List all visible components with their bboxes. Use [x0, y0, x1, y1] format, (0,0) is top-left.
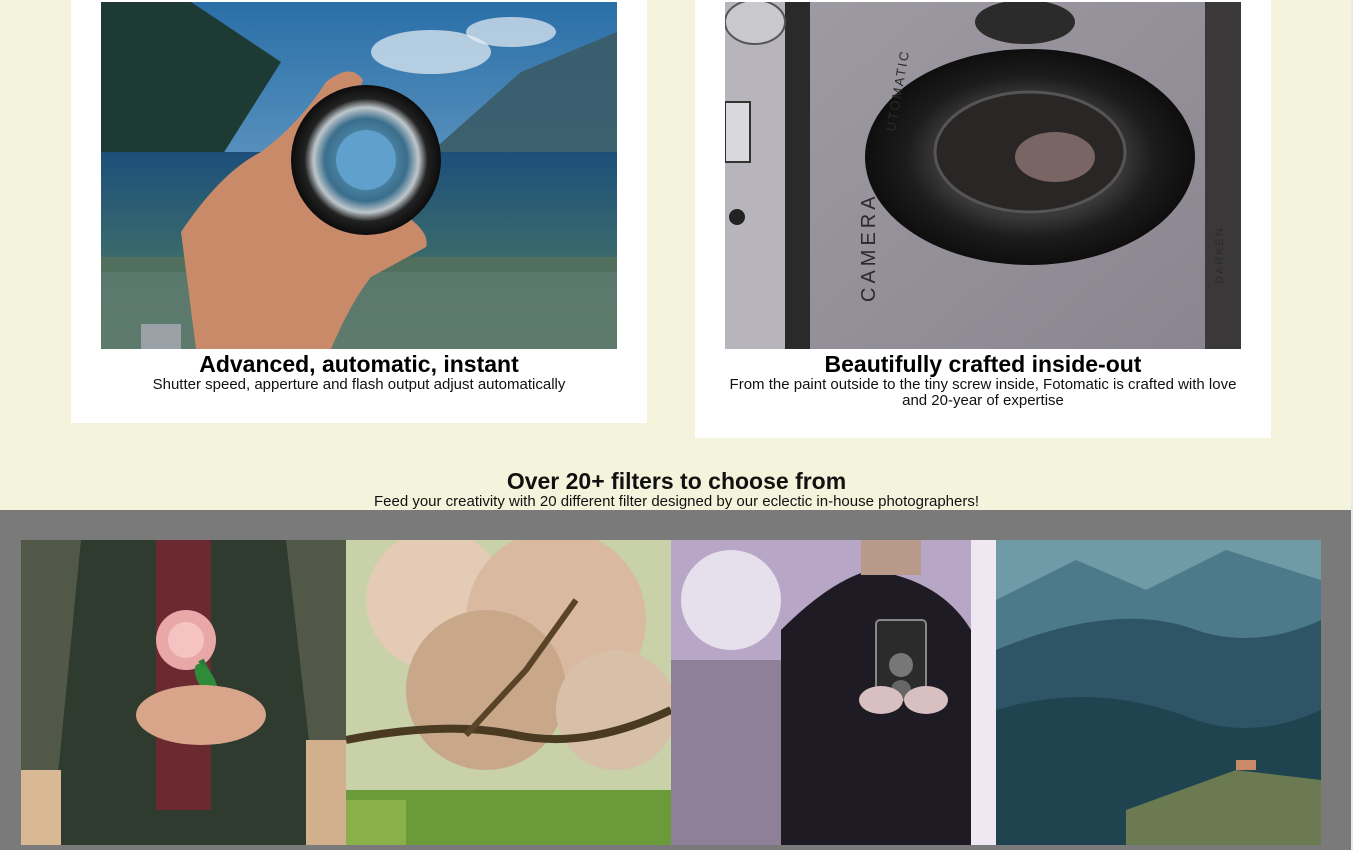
filter-gallery	[0, 510, 1351, 850]
feature-description: From the paint outside to the tiny screw…	[729, 376, 1237, 409]
feature-card-automatic: Advanced, automatic, instant Shutter spe…	[71, 0, 647, 423]
vintage-camera-closeup-photo: CAMERA DARKEN UTOMATIC	[725, 2, 1241, 349]
camera-label: CAMERA	[858, 192, 880, 302]
feature-title: Beautifully crafted inside-out	[824, 351, 1142, 377]
darken-label: DARKEN	[1214, 226, 1226, 284]
mountain-valley-photo[interactable]	[996, 540, 1321, 845]
woman-holding-flower-photo[interactable]	[21, 540, 346, 845]
man-with-twin-lens-camera-photo[interactable]	[671, 540, 996, 845]
filters-subtitle: Feed your creativity with 20 different f…	[373, 493, 980, 510]
lens-over-lake-photo	[101, 2, 617, 349]
feature-card-crafted: CAMERA DARKEN UTOMATIC Beautifully craft…	[695, 0, 1271, 438]
filters-title: Over 20+ filters to choose from	[506, 468, 847, 494]
blossom-tree-photo[interactable]	[346, 540, 671, 845]
feature-title: Advanced, automatic, instant	[199, 351, 519, 377]
feature-description: Shutter speed, apperture and flash outpu…	[152, 376, 566, 393]
